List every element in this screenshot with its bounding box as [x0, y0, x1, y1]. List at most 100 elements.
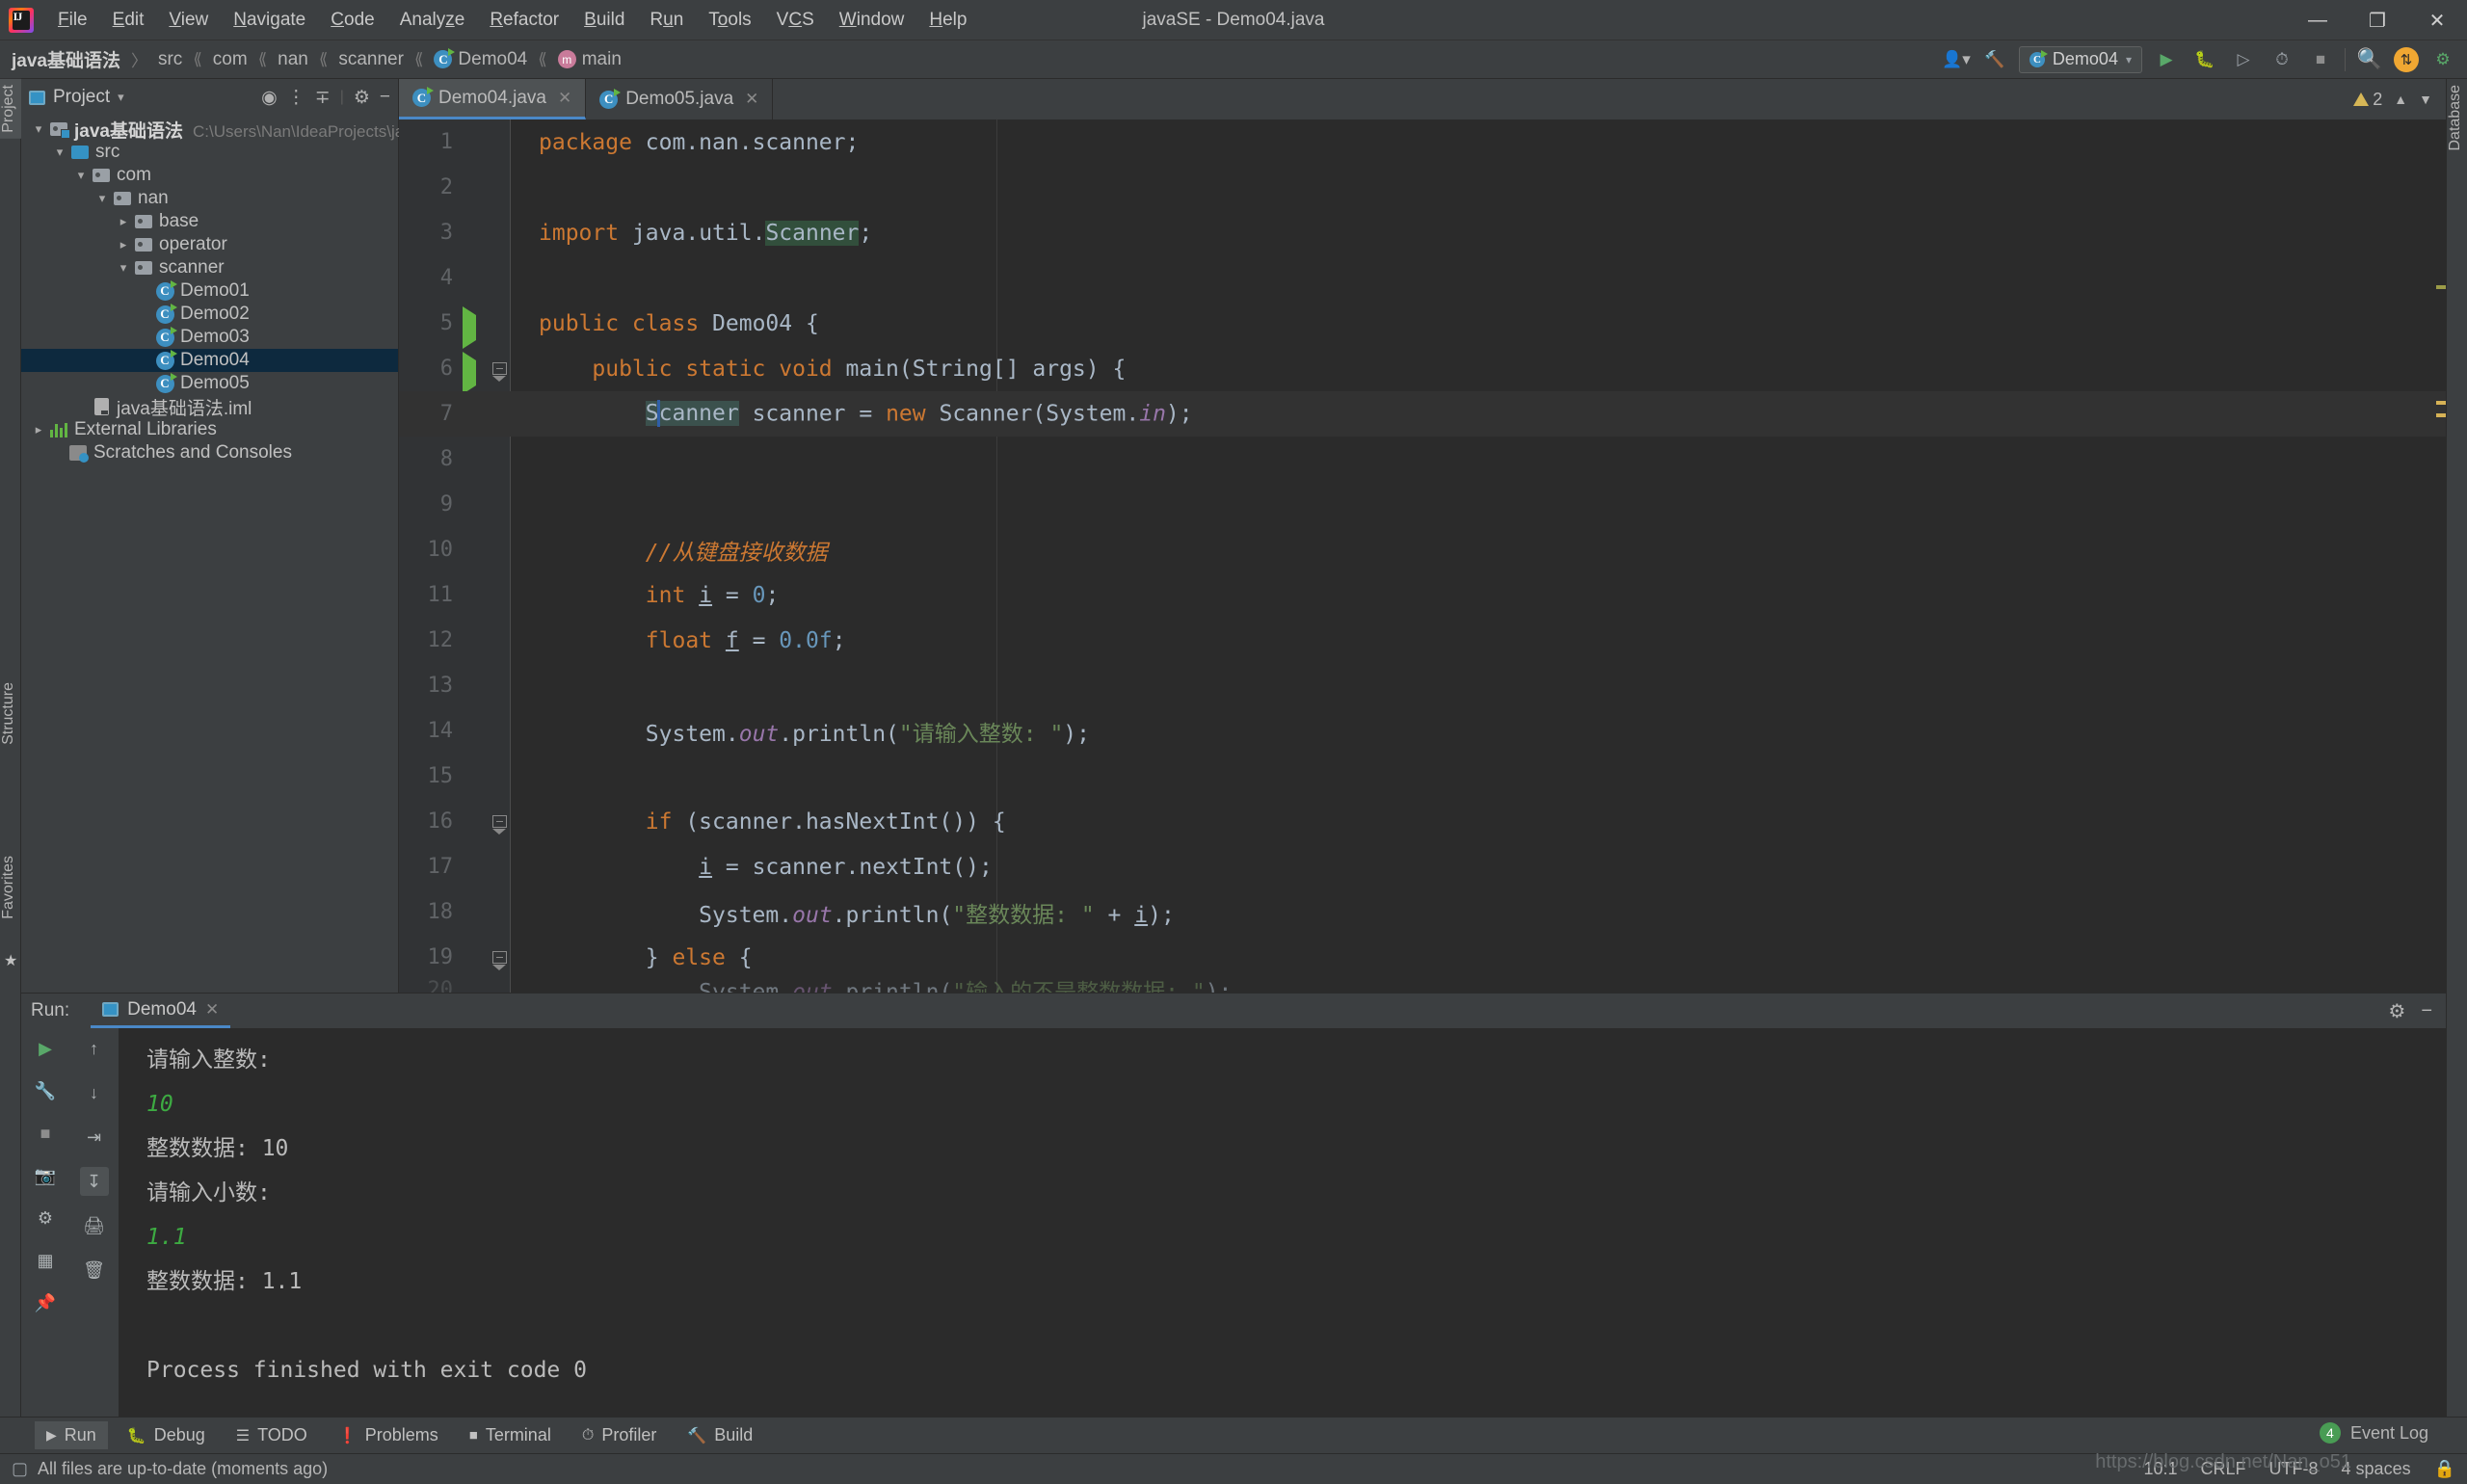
chevron-down-icon[interactable]: ▾ — [71, 168, 91, 183]
run-configuration-selector[interactable]: C Demo04 ▾ — [2018, 45, 2142, 73]
profile-action-icon[interactable]: ⏱ — [2268, 45, 2296, 74]
tree-item-src[interactable]: ▾ src — [21, 141, 398, 164]
tree-item-scratches-and-consoles[interactable]: Scratches and Consoles — [21, 441, 398, 464]
lock-icon[interactable]: 🔒 — [2434, 1459, 2455, 1479]
tree-item-demo01[interactable]: C Demo01 — [21, 279, 398, 303]
line-separator[interactable]: CRLF — [2201, 1459, 2246, 1479]
breadcrumb-com[interactable]: com — [211, 47, 250, 72]
stop-icon[interactable]: ■ — [31, 1119, 60, 1148]
search-icon[interactable]: 🔍 — [2355, 45, 2384, 74]
run-gutter-icon[interactable] — [463, 351, 480, 394]
gear-icon[interactable]: ⚙ — [2388, 999, 2405, 1023]
file-encoding[interactable]: UTF-8 — [2269, 1459, 2319, 1479]
ide-icon[interactable]: ⚙ — [2428, 45, 2457, 74]
run-icon[interactable]: ▶ — [2152, 45, 2181, 74]
menu-navigate[interactable]: Navigate — [221, 7, 318, 34]
tool-button-todo[interactable]: ☰ TODO — [225, 1421, 319, 1449]
breadcrumb-nan[interactable]: nan — [276, 47, 310, 72]
menu-run[interactable]: Run — [637, 7, 696, 34]
run-gutter-icon[interactable] — [463, 305, 480, 349]
camera-icon[interactable]: 📷 — [31, 1161, 60, 1190]
tree-item-project-root[interactable]: ▾ java基础语法 C:\Users\Nan\IdeaProjects\jav… — [21, 118, 487, 142]
close-icon[interactable]: ✕ — [558, 89, 571, 108]
tree-item-com[interactable]: ▾ com — [21, 164, 398, 187]
chevron-down-icon[interactable]: ▾ — [29, 121, 48, 137]
tree-item-external-libraries[interactable]: ▸ External Libraries — [21, 418, 398, 441]
code-editor[interactable]: 1 package com.nan.scanner; 2 3 import ja… — [399, 119, 2446, 993]
clear-all-icon[interactable]: 🗑 — [80, 1256, 109, 1285]
restore-layout-icon[interactable]: ▦ — [31, 1246, 60, 1275]
breadcrumb-src[interactable]: src — [156, 47, 184, 72]
stop-icon[interactable]: ■ — [2306, 45, 2335, 74]
caret-position[interactable]: 10:1 — [2143, 1459, 2177, 1479]
menu-vcs[interactable]: VCS — [764, 7, 827, 34]
previous-occurrence-icon[interactable]: ▲ — [2394, 92, 2407, 107]
collapse-all-icon[interactable]: ∓ — [315, 87, 331, 109]
tool-button-build[interactable]: 🔨 Build — [676, 1421, 764, 1449]
expand-all-icon[interactable]: ⋮ — [287, 87, 305, 109]
tree-item-scanner[interactable]: ▾ scanner — [21, 256, 398, 279]
tree-item-demo05[interactable]: C Demo05 — [21, 372, 398, 395]
menu-code[interactable]: Code — [318, 7, 386, 34]
breadcrumb-project[interactable]: java基础语法 — [10, 44, 122, 74]
console-output[interactable]: 请输入整数: 10 整数数据: 10 请输入小数: 1.1 整数数据: 1.1 … — [119, 1028, 2446, 1417]
scroll-down-icon[interactable]: ↓ — [80, 1078, 109, 1107]
tool-button-problems[interactable]: ❗ Problems — [327, 1421, 450, 1449]
chevron-down-icon[interactable]: ▾ — [118, 90, 124, 105]
menu-build[interactable]: Build — [571, 7, 637, 34]
fold-region-icon[interactable] — [491, 813, 508, 831]
wrench-icon[interactable]: 🔧 — [31, 1076, 60, 1105]
run-tab-demo04[interactable]: Demo04 ✕ — [91, 994, 231, 1028]
menu-edit[interactable]: Edit — [100, 7, 157, 34]
hide-icon[interactable]: − — [380, 87, 390, 108]
minimize-button[interactable]: — — [2288, 0, 2348, 40]
warning-marker[interactable] — [2436, 413, 2446, 417]
menu-tools[interactable]: Tools — [696, 7, 763, 34]
close-icon[interactable]: ✕ — [745, 90, 758, 109]
chevron-down-icon[interactable]: ▾ — [50, 145, 69, 160]
minimize-icon[interactable]: − — [2421, 1000, 2432, 1022]
tree-item-base[interactable]: ▸ base — [21, 210, 398, 233]
chevron-down-icon[interactable]: ▾ — [93, 191, 112, 206]
breadcrumb-method[interactable]: m main — [556, 47, 623, 72]
menu-analyze[interactable]: Analyze — [387, 7, 478, 34]
tool-window-database[interactable]: Database — [2447, 79, 2467, 157]
tree-item-demo04[interactable]: C Demo04 — [21, 349, 398, 372]
next-occurrence-icon[interactable]: ▼ — [2419, 92, 2432, 107]
locate-icon[interactable]: ◉ — [261, 87, 278, 109]
close-icon[interactable]: ✕ — [205, 1000, 219, 1020]
rerun-icon[interactable]: ▶ — [31, 1034, 60, 1063]
tool-window-project[interactable]: Project — [0, 79, 21, 139]
scroll-up-icon[interactable]: ↑ — [80, 1034, 109, 1063]
run-with-coverage-icon[interactable]: ▷ — [2229, 45, 2258, 74]
chevron-right-icon[interactable]: ▸ — [114, 237, 133, 252]
chevron-right-icon[interactable]: ▸ — [29, 422, 48, 437]
tree-item-demo03[interactable]: C Demo03 — [21, 326, 398, 349]
breadcrumb-class[interactable]: C Demo04 — [432, 47, 529, 72]
event-log-button[interactable]: 4 Event Log — [2319, 1422, 2428, 1444]
fold-region-icon[interactable] — [491, 949, 508, 967]
editor-tab-demo05[interactable]: C Demo05.java ✕ — [586, 79, 774, 119]
breadcrumb-scanner[interactable]: scanner — [336, 47, 406, 72]
editor-tab-demo04[interactable]: C Demo04.java ✕ — [399, 79, 587, 119]
tool-button-profiler[interactable]: ⏱ Profiler — [570, 1421, 669, 1449]
chevron-down-icon[interactable]: ▾ — [114, 260, 133, 276]
pin-icon[interactable]: 📌 — [31, 1288, 60, 1317]
scroll-to-end-icon[interactable]: ↧ — [79, 1167, 109, 1196]
maximize-button[interactable]: ❐ — [2348, 0, 2407, 40]
menu-file[interactable]: File — [45, 7, 100, 34]
warning-marker[interactable] — [2436, 285, 2446, 289]
updates-icon[interactable]: ⇅ — [2394, 46, 2419, 72]
profile-icon[interactable]: 👤▾ — [1942, 45, 1971, 74]
build-icon[interactable]: 🔨 — [1980, 45, 2009, 74]
indent-setting[interactable]: 4 spaces — [2342, 1459, 2411, 1479]
tree-item-nan[interactable]: ▾ nan — [21, 187, 398, 210]
tool-button-run[interactable]: ▶ Run — [35, 1421, 108, 1449]
tree-item-operator[interactable]: ▸ operator — [21, 233, 398, 256]
gear-icon[interactable]: ⚙ — [354, 87, 370, 109]
print-icon[interactable]: 🖨 — [80, 1211, 109, 1240]
tool-window-structure[interactable]: Structure — [0, 676, 21, 751]
debug-icon[interactable]: 🐛 — [2190, 45, 2219, 74]
tool-window-favorites[interactable]: Favorites — [0, 850, 21, 925]
tool-button-terminal[interactable]: ■ Terminal — [458, 1421, 563, 1449]
